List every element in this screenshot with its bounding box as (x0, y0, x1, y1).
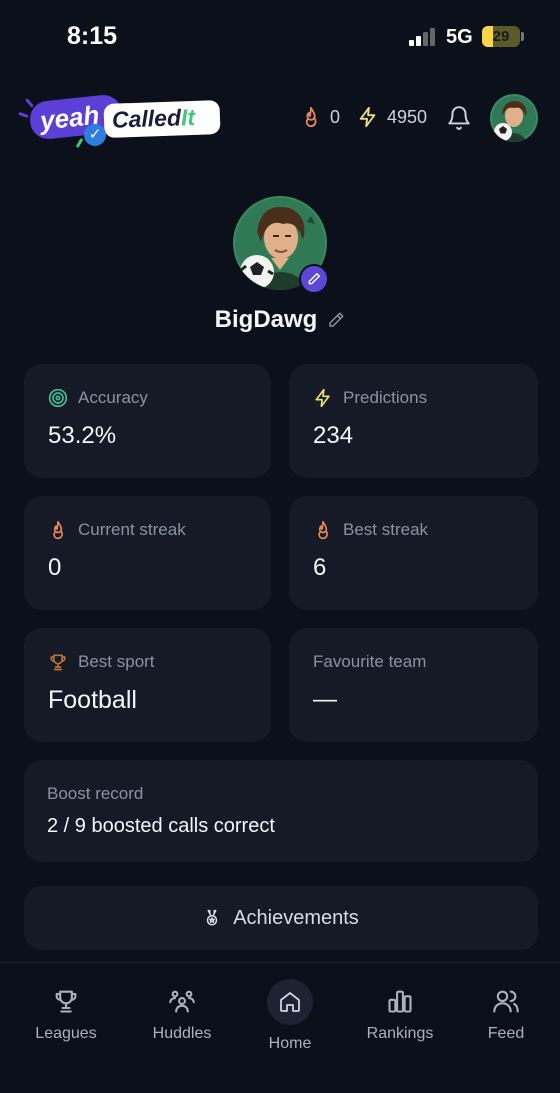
username: BigDawg (214, 306, 318, 333)
nav-feed[interactable]: Feed (456, 987, 556, 1043)
nav-leagues-label: Leagues (35, 1025, 97, 1042)
network-type: 5G (446, 26, 473, 48)
signal-icon (409, 28, 437, 46)
accuracy-card: Accuracy 53.2% (24, 364, 271, 478)
boost-record-value: 2 / 9 boosted calls correct (47, 815, 275, 837)
nav-rankings-label: Rankings (366, 1025, 434, 1042)
predictions-value: 234 (313, 422, 354, 449)
header-avatar[interactable] (490, 94, 538, 142)
accuracy-value: 53.2% (48, 422, 117, 449)
app-logo[interactable]: yeah CalledIt ✓ (18, 92, 222, 152)
best-streak-label: Best streak (343, 520, 429, 539)
nav-home-label: Home (268, 1035, 312, 1052)
lightning-icon (315, 388, 330, 408)
medal-icon (206, 909, 218, 926)
achievements-label: Achievements (233, 906, 359, 929)
favourite-team-value: — (313, 686, 337, 713)
streak-count: 0 (330, 106, 341, 127)
home-icon (280, 992, 300, 1012)
nav-leagues[interactable]: Leagues (16, 987, 116, 1043)
nav-home-highlight (267, 979, 313, 1025)
battery-icon: 29 (482, 26, 520, 47)
trophy-icon (50, 654, 66, 671)
predictions-card: Predictions 234 (289, 364, 538, 478)
header-points[interactable]: 4950 (357, 106, 427, 128)
achievements-button[interactable]: Achievements (24, 886, 538, 950)
best-streak-value: 6 (313, 554, 327, 581)
status-time: 8:15 (67, 22, 118, 50)
boost-record-card: Boost record 2 / 9 boosted calls correct (24, 760, 538, 862)
logo-it-text: It (180, 103, 196, 131)
bell-icon[interactable] (446, 104, 472, 132)
favourite-team-label: Favourite team (313, 652, 427, 671)
battery-percent: 29 (492, 28, 510, 45)
predictions-label-row: Predictions (313, 388, 427, 408)
check-icon: ✓ (84, 124, 106, 146)
boost-record-label: Boost record (47, 784, 144, 803)
trophy-icon (55, 990, 77, 1013)
battery-cap (521, 32, 524, 41)
best-sport-value: Football (48, 686, 137, 714)
profile-name-row: BigDawg (0, 306, 560, 334)
best-sport-card: Best sport Football (24, 628, 271, 742)
best-streak-label-row: Best streak (313, 520, 428, 540)
nav-home[interactable]: Home (240, 979, 340, 1053)
profile-screen: 8:15 5G 29 yeah CalledIt ✓ 0 4950 BigDaw… (0, 0, 560, 1093)
logo-called-text: Called (111, 104, 182, 133)
current-streak-value: 0 (48, 554, 62, 581)
accuracy-label: Accuracy (78, 388, 148, 407)
app-header: yeah CalledIt ✓ 0 4950 (0, 86, 560, 150)
logo-spark (18, 111, 29, 119)
best-sport-label-row: Best sport (48, 652, 155, 672)
logo-calledit-bubble: CalledIt (103, 99, 221, 139)
points-count: 4950 (387, 106, 428, 127)
nav-feed-label: Feed (487, 1025, 525, 1042)
group-icon (169, 990, 195, 1013)
edit-avatar-button[interactable] (299, 264, 329, 294)
status-bar: 8:15 5G 29 (0, 0, 560, 74)
predictions-label: Predictions (343, 388, 428, 407)
nav-huddles[interactable]: Huddles (132, 987, 232, 1043)
users-icon (493, 990, 519, 1013)
pencil-icon (308, 273, 320, 285)
lightning-icon (359, 106, 376, 128)
nav-huddles-label: Huddles (152, 1025, 212, 1042)
nav-rankings[interactable]: Rankings (350, 987, 450, 1043)
bottom-nav: Leagues Huddles Home Rankings Feed (0, 962, 560, 1093)
bar-chart-icon (388, 990, 412, 1013)
current-streak-label: Current streak (78, 520, 186, 539)
logo-spark (25, 98, 34, 108)
flame-icon (53, 520, 64, 540)
flame-icon (318, 520, 328, 540)
logo-calledit-text: CalledIt (112, 104, 196, 134)
favourite-team-label-row: Favourite team (313, 652, 426, 672)
best-streak-card: Best streak 6 (289, 496, 538, 610)
best-sport-label: Best sport (78, 652, 155, 671)
logo-spark (75, 137, 84, 149)
target-icon (48, 388, 68, 408)
favourite-team-card: Favourite team — (289, 628, 538, 742)
pencil-icon[interactable] (327, 311, 345, 329)
flame-icon (305, 106, 317, 128)
current-streak-label-row: Current streak (48, 520, 186, 540)
accuracy-label-row: Accuracy (48, 388, 148, 408)
header-streak[interactable]: 0 (300, 106, 340, 128)
current-streak-card: Current streak 0 (24, 496, 271, 610)
